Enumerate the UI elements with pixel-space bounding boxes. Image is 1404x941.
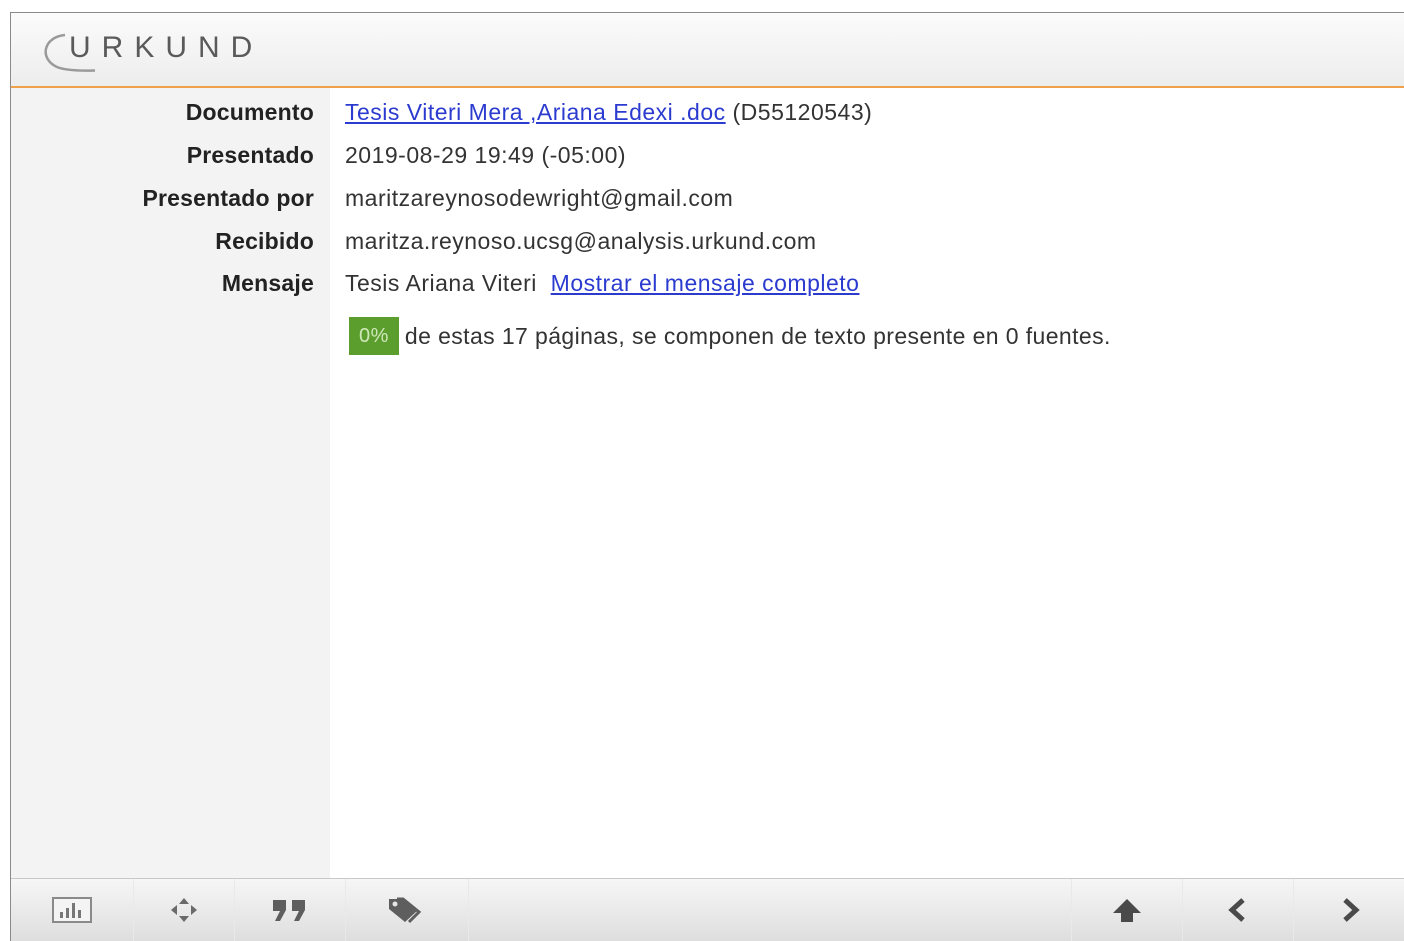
row-presentado: Presentado 2019-08-29 19:49 (-05:00)	[11, 140, 1404, 170]
logo-text: URKUND	[69, 31, 264, 64]
navigate-button[interactable]	[134, 879, 235, 941]
bottom-toolbar	[11, 878, 1404, 941]
value-presentado: 2019-08-29 19:49 (-05:00)	[345, 142, 627, 168]
row-documento: Documento Tesis Viteri Mera ,Ariana Edex…	[11, 97, 1404, 127]
stats-button[interactable]	[11, 879, 134, 941]
move-arrows-icon	[171, 898, 197, 922]
document-id: (D55120543)	[732, 99, 873, 125]
quotes-button[interactable]	[235, 879, 346, 941]
label-presentado: Presentado	[186, 142, 314, 168]
label-mensaje: Mensaje	[221, 270, 314, 296]
summary: 0% de estas 17 páginas, se componen de te…	[349, 314, 1111, 356]
summary-text: de estas 17 páginas, se componen de text…	[404, 322, 1111, 349]
row-mensaje: Mensaje Tesis Ariana Viteri Mostrar el m…	[11, 268, 1404, 298]
chevron-right-icon	[1342, 898, 1360, 922]
next-button[interactable]	[1294, 879, 1404, 941]
show-full-message-link[interactable]: Mostrar el mensaje completo	[551, 270, 860, 296]
label-presentado-por: Presentado por	[142, 185, 314, 211]
tags-button[interactable]	[346, 879, 469, 941]
row-recibido: Recibido maritza.reynoso.ucsg@analysis.u…	[11, 226, 1404, 256]
value-recibido: maritza.reynoso.ucsg@analysis.urkund.com	[345, 228, 817, 254]
value-mensaje: Tesis Ariana Viteri Mostrar el mensaje c…	[345, 268, 859, 298]
previous-button[interactable]	[1182, 879, 1294, 941]
urkund-window: URKUND Documento Tesis Viteri Mera ,Aria…	[10, 12, 1404, 941]
value-presentado-por: maritzareynosodewright@gmail.com	[345, 185, 734, 211]
row-presentado-por: Presentado por maritzareynosodewright@gm…	[11, 183, 1404, 213]
similarity-badge: 0%	[349, 316, 399, 355]
quote-icon	[273, 900, 305, 921]
chevron-left-icon	[1227, 898, 1245, 922]
row-summary: 0% de estas 17 páginas, se componen de te…	[11, 314, 1404, 356]
scroll-top-button[interactable]	[1071, 879, 1183, 941]
urkund-logo: URKUND	[35, 23, 355, 77]
document-link[interactable]: Tesis Viteri Mera ,Ariana Edexi .doc	[345, 99, 726, 125]
value-documento: Tesis Viteri Mera ,Ariana Edexi .doc (D5…	[345, 97, 872, 127]
label-documento: Documento	[185, 99, 314, 125]
bar-chart-icon	[52, 897, 92, 923]
header: URKUND	[11, 13, 1404, 88]
tags-icon	[389, 897, 422, 924]
message-text: Tesis Ariana Viteri	[345, 270, 537, 296]
arrow-up-icon	[1113, 899, 1141, 922]
label-recibido: Recibido	[215, 228, 314, 254]
